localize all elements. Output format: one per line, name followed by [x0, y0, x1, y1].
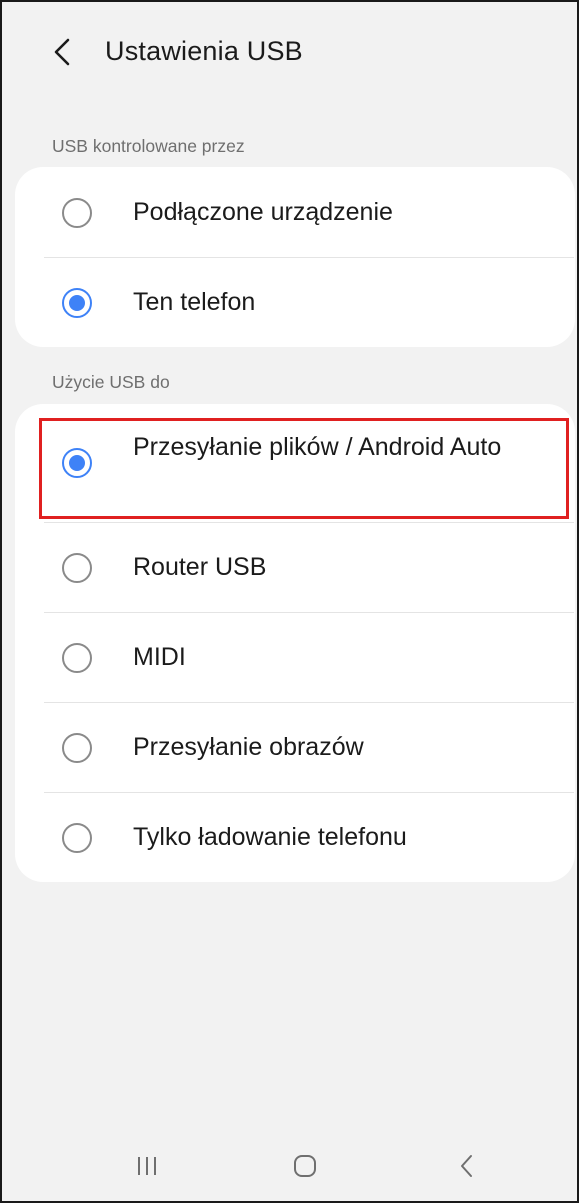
- page-title: Ustawienia USB: [105, 36, 303, 66]
- usb-controlled-by-card: Podłączone urządzenie Ten telefon: [15, 167, 575, 347]
- option-label: Przesyłanie obrazów: [133, 733, 364, 761]
- home-button[interactable]: [280, 1146, 330, 1186]
- nav-back-button[interactable]: [442, 1146, 492, 1186]
- home-icon: [294, 1155, 316, 1177]
- section-label-usb-controlled-by: USB kontrolowane przez: [52, 136, 245, 156]
- option-this-phone[interactable]: Ten telefon: [15, 257, 575, 347]
- option-charging-only[interactable]: Tylko ładowanie telefonu: [15, 792, 575, 882]
- option-label: Router USB: [133, 553, 267, 581]
- radio-button[interactable]: [62, 823, 92, 853]
- radio-button[interactable]: [62, 553, 92, 583]
- radio-button[interactable]: [62, 733, 92, 763]
- option-label: Podłączone urządzenie: [133, 198, 393, 226]
- radio-button-selected[interactable]: [62, 288, 92, 318]
- radio-button[interactable]: [62, 198, 92, 228]
- recent-apps-icon: [138, 1157, 156, 1175]
- back-button[interactable]: [42, 30, 86, 74]
- option-connected-device[interactable]: Podłączone urządzenie: [15, 167, 575, 257]
- option-label: Ten telefon: [133, 288, 256, 316]
- back-icon: [461, 1155, 472, 1177]
- usb-settings-screen: Ustawienia USB USB kontrolowane przez Po…: [0, 0, 579, 1203]
- option-midi[interactable]: MIDI: [15, 612, 575, 702]
- chevron-left-icon: [54, 38, 70, 66]
- highlight-annotation-box: [39, 418, 569, 519]
- section-label-usb-use-for: Użycie USB do: [52, 372, 170, 392]
- option-label: Tylko ładowanie telefonu: [133, 823, 407, 851]
- recent-apps-button[interactable]: [122, 1146, 172, 1186]
- navigation-bar: [2, 1132, 577, 1201]
- option-label: MIDI: [133, 643, 186, 671]
- option-usb-router[interactable]: Router USB: [15, 522, 575, 612]
- option-image-transfer[interactable]: Przesyłanie obrazów: [15, 702, 575, 792]
- app-bar: Ustawienia USB: [2, 2, 577, 102]
- radio-button[interactable]: [62, 643, 92, 673]
